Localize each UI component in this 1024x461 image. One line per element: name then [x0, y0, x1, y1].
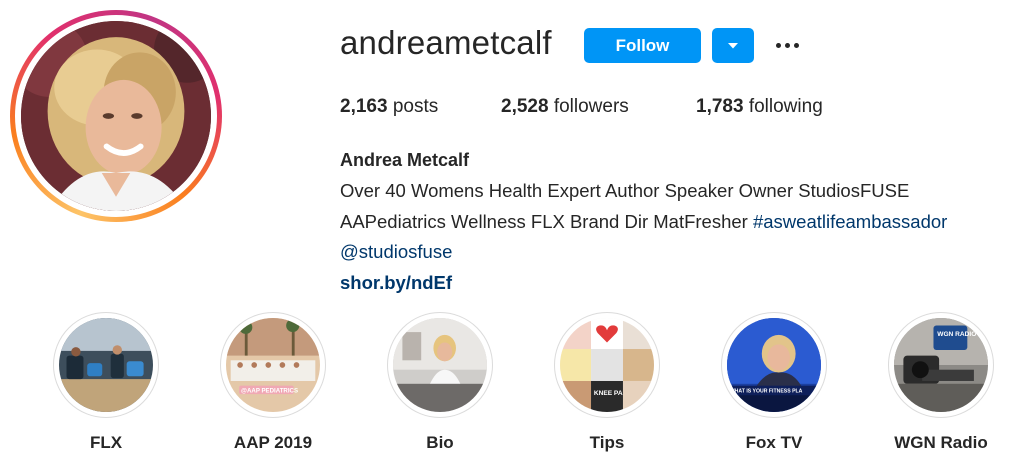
highlight-image-caption: WGN RADIO [937, 331, 976, 338]
posts-label: posts [387, 96, 439, 117]
followers-label: followers [548, 96, 629, 117]
more-dot-icon [793, 42, 799, 48]
avatar-gap [15, 15, 217, 217]
mention-link[interactable]: @studiosfuse [340, 241, 452, 262]
username: andreametcalf [340, 24, 552, 61]
avatar-portrait-image [21, 21, 211, 211]
highlight-cover-image: @AAP PEDIATRICS [226, 318, 320, 412]
highlight-image-caption: @AAP PEDIATRICS [241, 387, 298, 394]
bio-website-link[interactable]: shor.by/ndEf [340, 272, 452, 294]
following-stat[interactable]: 1,783 following [696, 96, 823, 118]
highlight-image-caption: WHAT IS YOUR FITNESS PLA [730, 388, 803, 394]
highlight-label: FLX [89, 433, 123, 452]
highlight-ring: KNEE PAIN [554, 312, 660, 418]
followers-count: 2,528 [501, 96, 549, 117]
posts-count: 2,163 [340, 96, 388, 117]
highlight-fox-tv[interactable]: WHAT IS YOUR FITNESS PLA Fox TV [719, 312, 829, 453]
avatar-photo [21, 21, 211, 211]
highlight-label: WGN Radio [894, 433, 988, 452]
bio-line-3: @studiosfuse [340, 241, 452, 263]
posts-stat: 2,163 posts [340, 96, 438, 118]
highlight-cover-image [393, 318, 487, 412]
bio-line-1: Over 40 Womens Health Expert Author Spea… [340, 180, 910, 201]
more-options-button[interactable] [770, 32, 804, 58]
hashtag-link[interactable]: #asweatlifeambassador [753, 211, 947, 232]
highlight-ring [53, 312, 159, 418]
highlight-cover-image [59, 318, 153, 412]
highlight-label: Bio [426, 433, 454, 452]
highlight-tips[interactable]: KNEE PAIN Tips [552, 312, 662, 453]
followers-stat[interactable]: 2,528 followers [501, 96, 629, 118]
highlight-ring: WGN RADIO [888, 312, 994, 418]
more-dot-icon [784, 42, 790, 48]
more-dot-icon [775, 42, 781, 48]
highlight-cover-image: WGN RADIO [894, 318, 988, 412]
highlight-ring: @AAP PEDIATRICS [220, 312, 326, 418]
following-count: 1,783 [696, 96, 744, 117]
highlight-wgn-radio[interactable]: WGN RADIO WGN Radio [886, 312, 996, 453]
profile-avatar[interactable] [10, 10, 222, 222]
highlight-bio[interactable]: Bio [385, 312, 495, 453]
highlight-flx[interactable]: FLX [51, 312, 161, 453]
bio-line-2-text: AAPediatrics Wellness FLX Brand Dir MatF… [340, 211, 753, 232]
chevron-down-icon [728, 42, 738, 48]
highlight-label: Fox TV [745, 433, 803, 452]
bio-full-name: Andrea Metcalf [340, 150, 470, 170]
highlight-label: Tips [589, 433, 625, 452]
suggested-accounts-dropdown-button[interactable] [712, 28, 754, 63]
highlight-label: AAP 2019 [233, 433, 313, 452]
highlight-ring [387, 312, 493, 418]
highlight-aap-2019[interactable]: @AAP PEDIATRICS AAP 2019 [218, 312, 328, 453]
follow-button[interactable]: Follow [584, 28, 701, 63]
highlight-cover-image: WHAT IS YOUR FITNESS PLA [727, 318, 821, 412]
bio-line-2: AAPediatrics Wellness FLX Brand Dir MatF… [340, 211, 947, 233]
highlight-ring: WHAT IS YOUR FITNESS PLA [721, 312, 827, 418]
highlight-cover-image: KNEE PAIN [560, 318, 654, 412]
following-label: following [743, 96, 823, 117]
